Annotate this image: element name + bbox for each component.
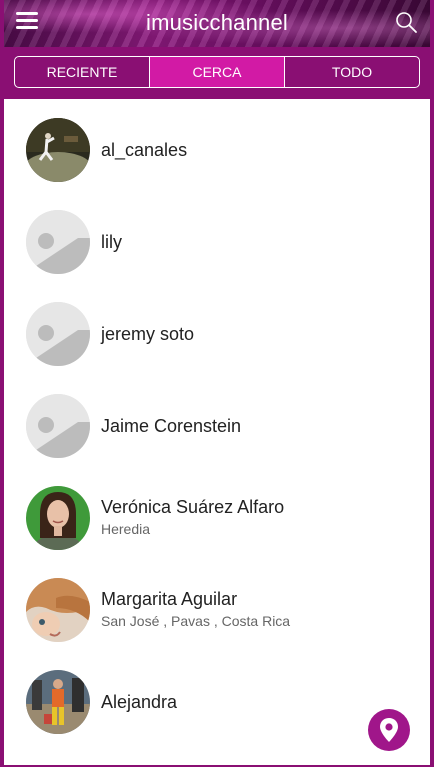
user-list: al_canales lily jeremy soto Jaime Corens… [4, 99, 430, 765]
avatar [26, 118, 90, 182]
user-name: Alejandra [101, 692, 178, 712]
user-name: Margarita Aguilar [101, 589, 238, 609]
list-item[interactable]: Margarita Aguilar San José , Pavas , Cos… [4, 559, 430, 651]
location-pin-icon [380, 718, 398, 742]
user-name: al_canales [101, 140, 188, 160]
user-name: jeremy soto [101, 324, 195, 344]
list-item[interactable]: lily [4, 191, 430, 283]
tab-todo[interactable]: TODO [284, 57, 419, 87]
app-window: imusicchannel RECIENTE CERCA TODO al_can… [0, 0, 434, 767]
list-item[interactable]: Jaime Corenstein [4, 375, 430, 467]
list-item[interactable]: Verónica Suárez Alfaro Heredia [4, 467, 430, 559]
user-name: Jaime Corenstein [101, 416, 242, 436]
list-item[interactable]: jeremy soto [4, 283, 430, 375]
user-name: lily [101, 232, 122, 252]
avatar [26, 578, 90, 642]
avatar-placeholder-icon [26, 394, 90, 458]
avatar [26, 670, 90, 734]
avatar [26, 486, 90, 550]
tabs-bar: RECIENTE CERCA TODO [4, 47, 430, 99]
list-item[interactable]: Alejandra [4, 651, 430, 743]
tab-reciente[interactable]: RECIENTE [15, 57, 149, 87]
segmented-tabs: RECIENTE CERCA TODO [14, 56, 420, 88]
app-header: imusicchannel [4, 0, 430, 47]
user-location: Heredia [101, 521, 151, 537]
app-title: imusicchannel [145, 10, 288, 35]
list-item[interactable]: al_canales [4, 99, 430, 191]
user-name: Verónica Suárez Alfaro [101, 497, 285, 517]
tab-cerca[interactable]: CERCA [149, 57, 284, 87]
avatar-placeholder-icon [26, 302, 90, 366]
location-fab-button[interactable] [368, 709, 410, 751]
search-icon[interactable] [394, 10, 418, 34]
avatar-placeholder-icon [26, 210, 90, 274]
user-location: San José , Pavas , Costa Rica [101, 613, 291, 629]
